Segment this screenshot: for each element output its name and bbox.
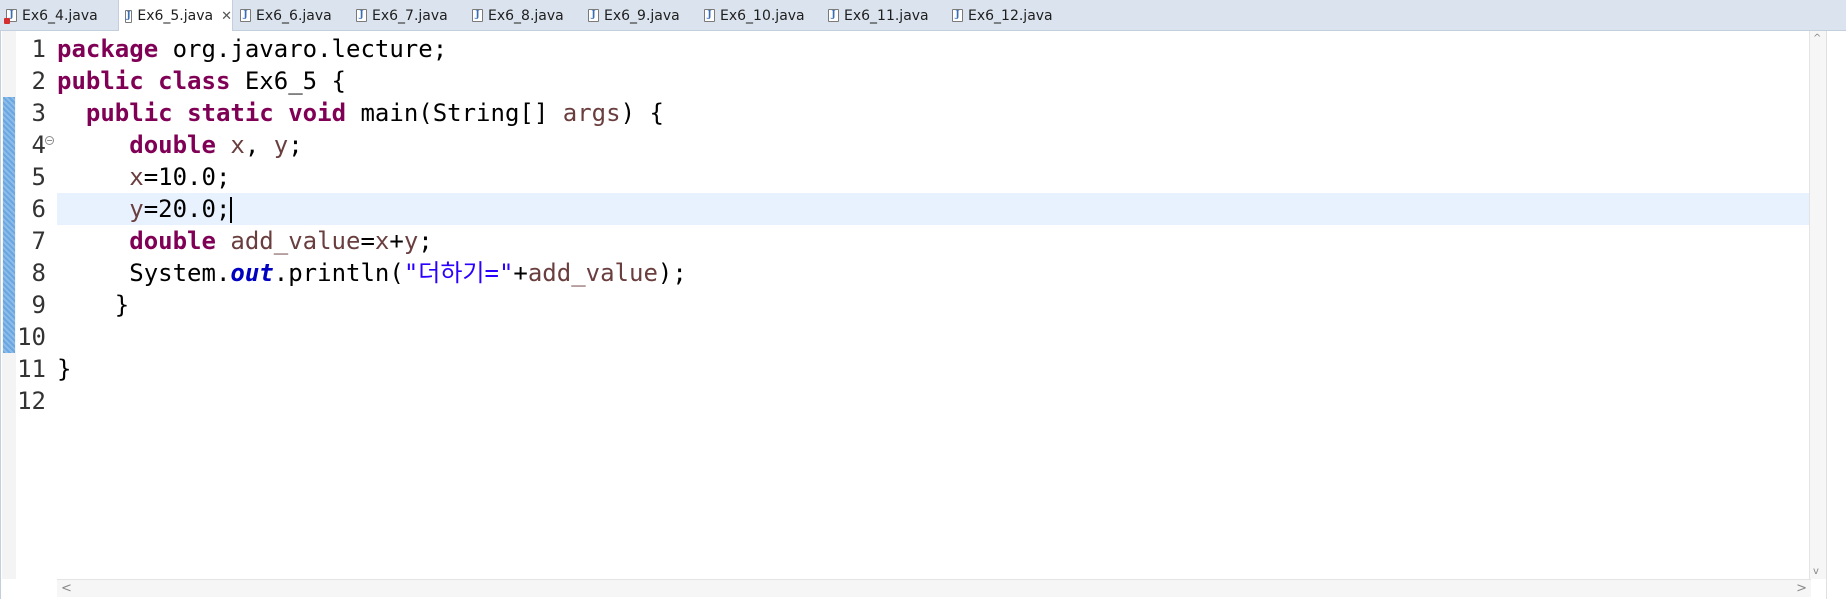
line-number: 10 [17, 323, 46, 351]
tab-label: Ex6_11.java [844, 7, 929, 24]
line-number: 3 [31, 99, 46, 127]
tab-ex6-8[interactable]: J Ex6_8.java [466, 0, 582, 31]
code-text-area[interactable]: package org.javaro.lecture; public class… [57, 31, 1811, 579]
java-file-error-icon: J [4, 9, 17, 24]
close-tab-icon[interactable]: ✕ [221, 9, 232, 24]
tab-ex6-11[interactable]: J Ex6_11.java [822, 0, 946, 31]
tab-ex6-6[interactable]: J Ex6_6.java [234, 0, 350, 31]
java-file-icon: J [125, 9, 133, 23]
line-number: 11 [17, 355, 46, 383]
editor-tab-bar: J Ex6_4.java J Ex6_5.java ✕ J Ex6_6.java… [0, 0, 1846, 32]
tab-label: Ex6_5.java [137, 8, 214, 24]
code-line-4: double x, y; [129, 131, 303, 159]
java-file-icon: J [952, 9, 963, 22]
line-number: 12 [17, 387, 46, 415]
code-line-6-current: y=20.0; [57, 193, 1811, 225]
java-file-icon: J [240, 9, 251, 22]
tab-ex6-4[interactable]: J Ex6_4.java [0, 0, 118, 31]
line-number: 9 [31, 291, 46, 319]
tab-ex6-12[interactable]: J Ex6_12.java [946, 0, 1070, 31]
java-file-icon: J [704, 9, 715, 22]
line-number: 4 [31, 131, 46, 159]
line-number: 5 [31, 163, 46, 191]
code-line-9: } [114, 291, 130, 319]
tab-label: Ex6_9.java [604, 7, 680, 24]
code-editor[interactable]: 1 2 3 4 5 6 7 8 9 10 11 12 − package org… [0, 31, 1846, 599]
line-number: 8 [31, 259, 46, 287]
scroll-down-icon[interactable]: v [1813, 566, 1819, 577]
tab-label: Ex6_10.java [720, 7, 805, 24]
java-file-icon: J [472, 9, 483, 22]
code-line-5: x=10.0; [129, 163, 231, 191]
tab-ex6-5[interactable]: J Ex6_5.java ✕ [118, 0, 233, 32]
tab-label: Ex6_7.java [372, 7, 448, 24]
line-number: 1 [31, 35, 46, 63]
line-number: 2 [31, 67, 46, 95]
java-file-icon: J [828, 9, 839, 22]
tab-label: Ex6_4.java [22, 7, 98, 24]
text-caret [230, 197, 233, 223]
code-line-11: } [57, 355, 72, 383]
tab-ex6-7[interactable]: J Ex6_7.java [350, 0, 466, 31]
line-number: 6 [31, 195, 46, 223]
scroll-left-icon[interactable]: < [61, 581, 72, 596]
java-file-icon: J [588, 9, 599, 22]
java-file-icon: J [356, 9, 367, 22]
tab-label: Ex6_12.java [968, 7, 1053, 24]
overview-ruler [1826, 31, 1846, 599]
fold-collapse-icon[interactable]: − [45, 136, 54, 145]
code-line-1: package org.javaro.lecture; [57, 35, 448, 63]
code-line-8: System.out.println("더하기="+add_value); [129, 259, 687, 287]
scroll-up-icon[interactable]: ^ [1813, 33, 1821, 44]
quick-diff-change-bar [3, 97, 15, 353]
vertical-scrollbar[interactable]: ^ v [1809, 31, 1826, 579]
tab-ex6-10[interactable]: J Ex6_10.java [698, 0, 822, 31]
scroll-right-icon[interactable]: > [1796, 581, 1807, 596]
line-number: 7 [31, 227, 46, 255]
tab-label: Ex6_6.java [256, 7, 332, 24]
code-line-7: double add_value=x+y; [129, 227, 433, 255]
code-line-2: public class Ex6_5 { [57, 67, 346, 95]
tab-label: Ex6_8.java [488, 7, 564, 24]
code-line-3: public static void main(String[] args) { [85, 99, 664, 127]
tab-ex6-9[interactable]: J Ex6_9.java [582, 0, 698, 31]
horizontal-scrollbar[interactable]: < > [57, 579, 1811, 597]
